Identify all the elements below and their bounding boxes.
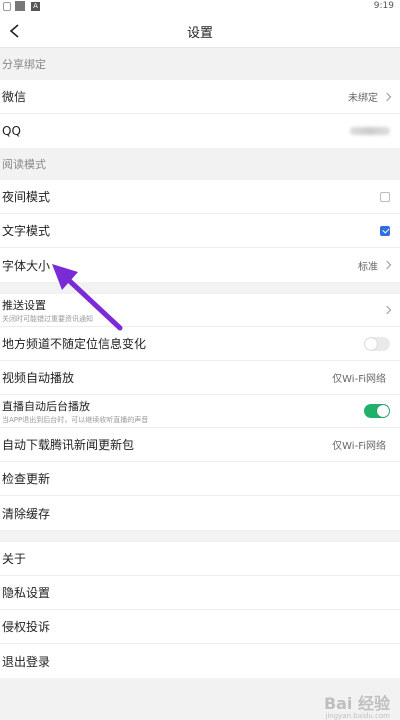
chevron-right-icon xyxy=(382,305,392,315)
font-size-label: 字体大小 xyxy=(2,258,51,273)
row-font-size[interactable]: 字体大小 标准 xyxy=(0,248,400,282)
location-label: 地方频道不随定位信息变化 xyxy=(2,337,147,351)
row-logout[interactable]: 退出登录 xyxy=(0,644,400,678)
clock: 9:19 xyxy=(373,1,394,11)
row-privacy[interactable]: 隐私设置 xyxy=(0,576,400,610)
live-background-toggle[interactable] xyxy=(364,404,390,418)
wechat-value: 未绑定 xyxy=(348,93,378,104)
top-navbar: 设置 xyxy=(0,14,400,48)
auto-download-value: 仅Wi-Fi网络 xyxy=(332,441,386,452)
watermark-sub: jingyan.baidu.com xyxy=(325,712,390,720)
text-mode-checkbox[interactable] xyxy=(380,225,390,236)
row-push-settings[interactable]: 推送设置 关闭时可能错过重要资讯通知 xyxy=(0,294,400,327)
page-title: 设置 xyxy=(186,26,213,41)
row-text-mode[interactable]: 文字模式 xyxy=(0,214,400,248)
share-group: 微信 未绑定 QQ xyxy=(0,80,400,148)
reading-group: 夜间模式 文字模式 字体大小 标准 xyxy=(0,180,400,282)
location-toggle[interactable] xyxy=(364,336,390,351)
clear-cache-label: 清除缓存 xyxy=(2,506,51,521)
text-mode-label: 文字模式 xyxy=(2,224,51,238)
logout-label: 退出登录 xyxy=(2,654,51,669)
live-background-sub: 当APP退出到后台时，可以继续收听直播的声音 xyxy=(2,415,149,424)
row-qq[interactable]: QQ xyxy=(0,114,400,148)
row-check-update[interactable]: 检查更新 xyxy=(0,462,400,496)
row-night-mode[interactable]: 夜间模式 xyxy=(0,180,400,214)
row-wechat[interactable]: 微信 未绑定 xyxy=(0,80,400,114)
row-about[interactable]: 关于 xyxy=(0,542,400,576)
push-settings-label: 推送设置 xyxy=(2,298,46,312)
video-autoplay-value: 仅Wi-Fi网络 xyxy=(332,374,386,385)
app-icon: A xyxy=(31,2,40,11)
row-video-autoplay[interactable]: 视频自动播放 仅Wi-Fi网络 xyxy=(0,361,400,395)
night-mode-checkbox[interactable] xyxy=(380,191,390,202)
check-update-label: 检查更新 xyxy=(2,472,51,486)
row-clear-cache[interactable]: 清除缓存 xyxy=(0,496,400,530)
watermark-text: Bai 经验 xyxy=(323,694,390,713)
section-header-reading: 阅读模式 xyxy=(2,158,46,171)
row-infringement[interactable]: 侵权投诉 xyxy=(0,610,400,644)
watermark: Bai 经验 jingyan.baidu.com xyxy=(323,690,390,720)
qq-label: QQ xyxy=(2,124,21,138)
infringement-label: 侵权投诉 xyxy=(2,620,51,634)
auto-download-label: 自动下载腾讯新闻更新包 xyxy=(2,438,135,452)
about-label: 关于 xyxy=(2,552,27,566)
live-background-label: 直播自动后台播放 xyxy=(2,399,90,413)
row-location[interactable]: 地方频道不随定位信息变化 xyxy=(0,327,400,361)
privacy-label: 隐私设置 xyxy=(2,586,51,600)
row-live-background[interactable]: 直播自动后台播放 当APP退出到后台时，可以继续收听直播的声音 xyxy=(0,395,400,428)
chevron-right-icon xyxy=(382,260,392,270)
wechat-label: 微信 xyxy=(2,90,27,104)
video-autoplay-label: 视频自动播放 xyxy=(2,371,75,385)
status-bar: A 9:19 xyxy=(0,0,400,14)
row-auto-download[interactable]: 自动下载腾讯新闻更新包 仅Wi-Fi网络 xyxy=(0,428,400,462)
push-settings-sub: 关闭时可能错过重要资讯通知 xyxy=(2,314,93,323)
chevron-right-icon xyxy=(382,92,392,101)
about-group: 关于 隐私设置 侵权投诉 退出登录 xyxy=(0,542,400,678)
night-mode-label: 夜间模式 xyxy=(2,190,51,204)
qq-account-blurred xyxy=(350,127,390,135)
section-header-share: 分享绑定 xyxy=(2,58,46,71)
image-icon xyxy=(15,1,25,11)
general-group: 推送设置 关闭时可能错过重要资讯通知 地方频道不随定位信息变化 视频自动播放 仅… xyxy=(0,294,400,530)
notification-icon xyxy=(3,2,11,11)
font-size-value: 标准 xyxy=(358,261,378,273)
